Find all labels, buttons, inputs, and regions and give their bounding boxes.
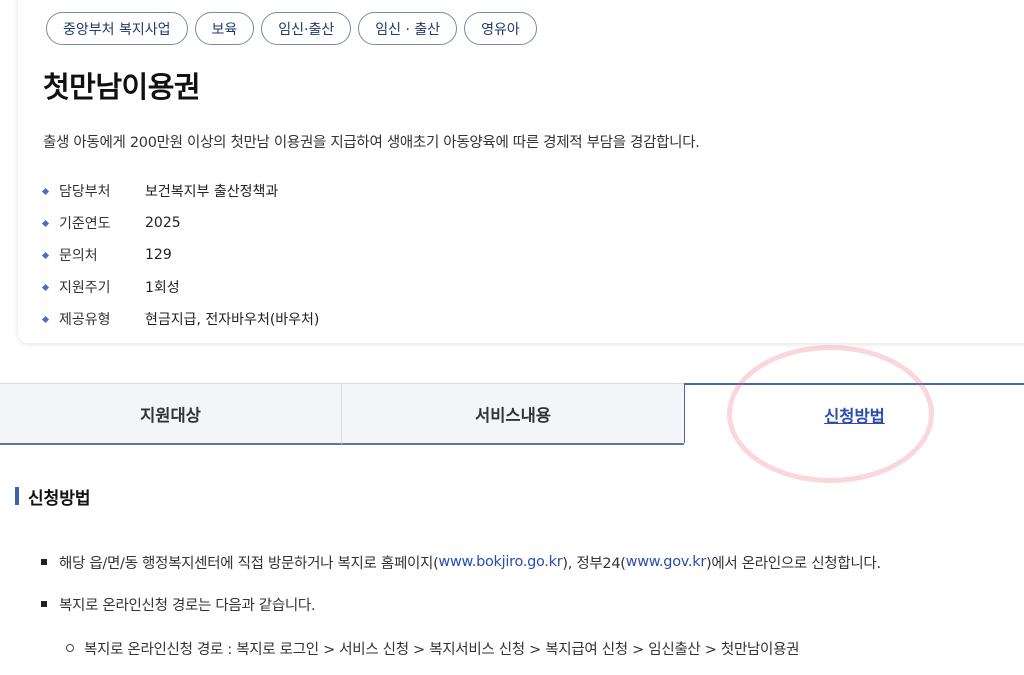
tag-childcare[interactable]: 보육	[194, 12, 255, 45]
service-description: 출생 아동에게 200만원 이상의 첫만남 이용권을 지급하여 생애초기 아동양…	[43, 135, 700, 151]
diamond-bullet-icon	[41, 187, 50, 195]
diamond-bullet-icon	[41, 283, 50, 291]
info-row-contact: 문의처 129	[41, 239, 319, 271]
list-item: 복지로 온라인신청 경로는 다음과 같습니다.	[41, 592, 881, 616]
diamond-bullet-icon	[41, 315, 50, 323]
tab-service-content[interactable]: 서비스내용	[342, 383, 684, 445]
tab-eligibility[interactable]: 지원대상	[0, 383, 342, 445]
square-bullet-icon	[41, 601, 47, 607]
active-tab-indicator	[684, 443, 1024, 445]
tag-pregnancy-birth[interactable]: 임신·출산	[261, 12, 352, 45]
method-text: ), 정부24(	[562, 555, 626, 572]
diamond-bullet-icon	[41, 251, 50, 259]
section-bar	[15, 487, 19, 505]
info-value: 현금지급, 전자바우처(바우처)	[145, 312, 320, 328]
application-method-list: 해당 읍/면/동 행정복지센터에 직접 방문하거나 복지로 홈페이지( www.…	[41, 550, 881, 660]
bokjiro-link[interactable]: www.bokjiro.go.kr	[438, 554, 562, 570]
square-bullet-icon	[41, 559, 47, 565]
info-label: 기준연도	[59, 216, 111, 232]
info-value: 2025	[145, 215, 181, 231]
info-label: 문의처	[59, 248, 98, 264]
tag-pregnancy-birth-2[interactable]: 임신 · 출산	[358, 12, 458, 45]
tag-central-ministry[interactable]: 중앙부처 복지사업	[46, 12, 188, 45]
service-info-list: 담당부처 보건복지부 출산정책과 기준연도 2025 문의처 129 지원주기 …	[41, 175, 320, 335]
info-value: 1회성	[145, 280, 180, 296]
list-item: 해당 읍/면/동 행정복지센터에 직접 방문하거나 복지로 홈페이지( www.…	[41, 550, 881, 574]
sub-list-item: 복지로 온라인신청 경로 : 복지로 로그인 > 서비스 신청 > 복지서비스 …	[41, 636, 881, 660]
info-value: 129	[145, 247, 172, 263]
tag-infant[interactable]: 영유아	[464, 12, 537, 45]
method-text: 해당 읍/면/동 행정복지센터에 직접 방문하거나 복지로 홈페이지(	[59, 555, 439, 572]
gov24-link[interactable]: www.gov.kr	[626, 554, 707, 570]
info-row-provision-type: 제공유형 현금지급, 전자바우처(바우처)	[41, 303, 320, 335]
section-heading: 신청방법	[15, 486, 91, 509]
content-tabs: 지원대상 서비스내용 신청방법	[0, 383, 1024, 445]
tab-application-method[interactable]: 신청방법	[684, 383, 1024, 445]
info-label: 제공유형	[59, 312, 111, 328]
method-text: )에서 온라인으로 신청합니다.	[706, 555, 881, 572]
info-label: 지원주기	[59, 280, 111, 296]
info-value: 보건복지부 출산정책과	[145, 184, 279, 200]
category-tags: 중앙부처 복지사업 보육 임신·출산 임신 · 출산 영유아	[46, 12, 537, 45]
info-row-base-year: 기준연도 2025	[41, 207, 319, 239]
info-row-department: 담당부처 보건복지부 출산정책과	[41, 175, 319, 207]
diamond-bullet-icon	[41, 219, 50, 227]
page-title: 첫만남이용권	[43, 70, 201, 104]
circle-bullet-icon	[66, 644, 74, 652]
method-text: 복지로 온라인신청 경로는 다음과 같습니다.	[59, 597, 316, 614]
section-title: 신청방법	[28, 488, 91, 509]
info-label: 담당부처	[59, 184, 111, 200]
method-path-text: 복지로 온라인신청 경로 : 복지로 로그인 > 서비스 신청 > 복지서비스 …	[84, 641, 800, 658]
info-row-support-cycle: 지원주기 1회성	[41, 271, 319, 303]
